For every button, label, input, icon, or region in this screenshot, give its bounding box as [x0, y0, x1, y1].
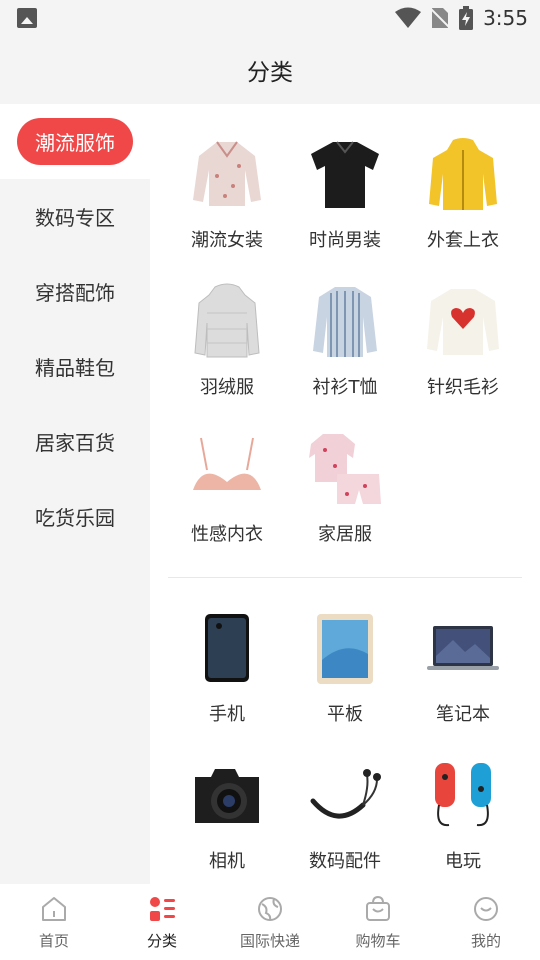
sidebar-item-fashion[interactable]: 潮流服饰 [0, 104, 150, 179]
game-controllers-icon [423, 757, 503, 833]
striped-shirt-icon [305, 283, 385, 359]
floral-blouse-icon [187, 136, 267, 212]
sidebar-item-label: 吃货乐园 [35, 506, 115, 530]
tab-international-express[interactable]: 国际快递 [216, 884, 324, 960]
category-label: 家居服 [318, 524, 372, 545]
category-laptop[interactable]: 笔记本 [404, 578, 522, 725]
tab-category[interactable]: 分类 [108, 884, 216, 960]
category-label: 外套上衣 [427, 230, 499, 251]
category-label: 羽绒服 [200, 377, 254, 398]
category-outerwear[interactable]: 外套上衣 [404, 104, 522, 251]
category-mens-clothing[interactable]: 时尚男装 [286, 104, 404, 251]
tab-cart[interactable]: 购物车 [324, 884, 432, 960]
laptop-icon [423, 610, 503, 686]
sidebar-item-accessories[interactable]: 穿搭配饰 [0, 254, 150, 329]
category-label: 手机 [209, 704, 245, 725]
category-label: 性感内衣 [191, 524, 263, 545]
sidebar-item-food[interactable]: 吃货乐园 [0, 479, 150, 554]
tab-label: 首页 [38, 932, 69, 950]
page-title: 分类 [247, 60, 293, 86]
gallery-notification-icon [17, 8, 37, 28]
sidebar-item-label: 数码专区 [35, 206, 115, 230]
home-icon [39, 894, 69, 924]
tab-label: 我的 [470, 932, 501, 950]
sidebar-item-label: 居家百货 [35, 431, 115, 455]
category-digital-accessories[interactable]: 数码配件 [286, 725, 404, 872]
category-tablet[interactable]: 平板 [286, 578, 404, 725]
sidebar-item-shoes-bags[interactable]: 精品鞋包 [0, 329, 150, 404]
heart-sweater-icon [423, 283, 503, 359]
tab-label: 分类 [146, 932, 177, 950]
category-label: 针织毛衫 [427, 377, 499, 398]
tab-home[interactable]: 首页 [0, 884, 108, 960]
category-shirts[interactable]: 衬衫T恤 [286, 251, 404, 398]
page-header: 分类 [0, 36, 540, 104]
digital-grid: 手机 平板 笔记本 相机 数码配件 电玩 [168, 578, 522, 872]
battery-charging-icon [459, 6, 474, 30]
category-label: 电玩 [445, 851, 481, 872]
category-knitwear[interactable]: 针织毛衫 [404, 251, 522, 398]
category-lingerie[interactable]: 性感内衣 [168, 398, 286, 545]
tablet-icon [305, 610, 385, 686]
category-label: 相机 [209, 851, 245, 872]
sidebar-item-label: 潮流服饰 [17, 118, 133, 165]
sidebar-item-home[interactable]: 居家百货 [0, 404, 150, 479]
category-label: 笔记本 [436, 704, 490, 725]
bottom-tab-bar: 首页 分类 国际快递 购物车 我的 [0, 884, 540, 960]
category-label: 时尚男装 [309, 230, 381, 251]
no-sim-icon [431, 8, 450, 28]
status-bar: 3:55 [0, 0, 540, 36]
status-time: 3:55 [483, 6, 528, 30]
category-homewear[interactable]: 家居服 [286, 398, 404, 545]
category-label: 平板 [327, 704, 363, 725]
category-label: 数码配件 [309, 851, 381, 872]
fashion-grid: 潮流女装 时尚男装 外套上衣 羽绒服 衬衫T恤 针织毛衫 性感内衣 家居服 [168, 104, 522, 545]
globe-icon [255, 894, 285, 924]
category-phone[interactable]: 手机 [168, 578, 286, 725]
sidebar-item-label: 精品鞋包 [35, 356, 115, 380]
category-camera[interactable]: 相机 [168, 725, 286, 872]
camera-icon [187, 757, 267, 833]
down-jacket-icon [187, 283, 267, 359]
category-womens-clothing[interactable]: 潮流女装 [168, 104, 286, 251]
sidebar-item-label: 穿搭配饰 [35, 281, 115, 305]
neckband-earphones-icon [305, 757, 385, 833]
pajamas-icon [305, 430, 385, 506]
black-polo-shirt-icon [305, 136, 385, 212]
bag-icon [363, 894, 393, 924]
category-content: 潮流女装 时尚男装 外套上衣 羽绒服 衬衫T恤 针织毛衫 性感内衣 家居服 手机… [150, 104, 540, 884]
yellow-jacket-icon [423, 136, 503, 212]
category-label: 衬衫T恤 [312, 377, 378, 398]
profile-icon [471, 894, 501, 924]
category-sidebar: 潮流服饰 数码专区 穿搭配饰 精品鞋包 居家百货 吃货乐园 [0, 104, 150, 884]
category-down-jacket[interactable]: 羽绒服 [168, 251, 286, 398]
lace-bra-icon [187, 430, 267, 506]
category-icon [147, 894, 177, 924]
sidebar-item-digital[interactable]: 数码专区 [0, 179, 150, 254]
tab-profile[interactable]: 我的 [432, 884, 540, 960]
category-label: 潮流女装 [191, 230, 263, 251]
category-gaming[interactable]: 电玩 [404, 725, 522, 872]
tab-label: 国际快递 [239, 932, 300, 950]
tab-label: 购物车 [355, 932, 401, 950]
smartphone-icon [187, 610, 267, 686]
wifi-icon [395, 7, 422, 28]
